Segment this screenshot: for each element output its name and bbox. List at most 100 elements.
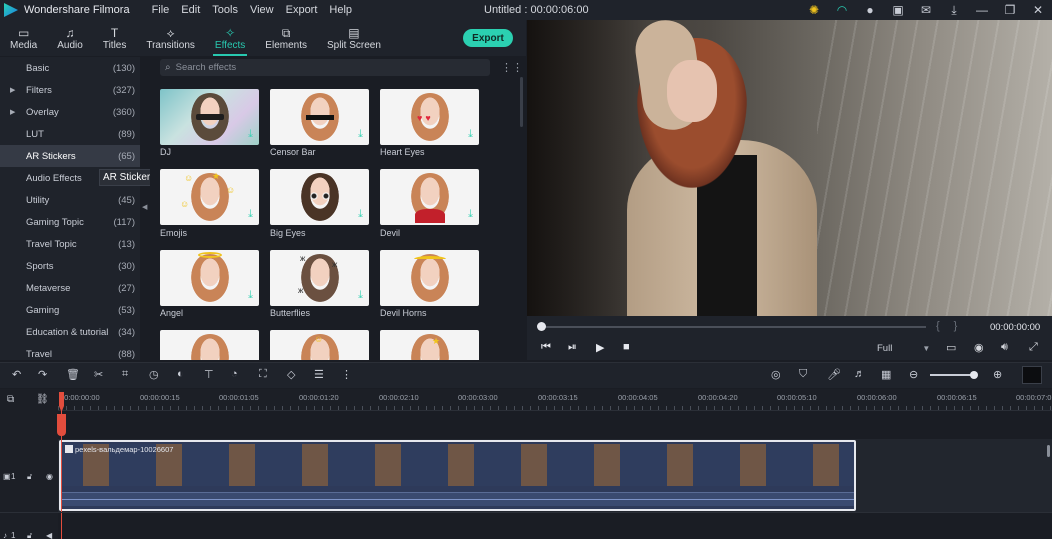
- fullscreen-icon[interactable]: ⤢: [1029, 341, 1038, 354]
- tab-transitions[interactable]: ⟡ Transitions: [136, 20, 205, 56]
- bulb-icon[interactable]: ✺: [800, 0, 828, 20]
- tab-titles[interactable]: T Titles: [93, 20, 137, 56]
- voiceover-icon[interactable]: ♬: [854, 368, 865, 380]
- color-icon[interactable]: ◐: [177, 368, 184, 380]
- search-input[interactable]: Search effects: [176, 62, 237, 73]
- headset-icon[interactable]: ◠: [828, 0, 856, 20]
- download-icon[interactable]: ⤓: [358, 128, 363, 141]
- close-icon[interactable]: ✕: [1024, 0, 1052, 20]
- eye-icon[interactable]: ◉: [46, 472, 53, 481]
- menu-file[interactable]: File: [152, 4, 170, 16]
- category-travel[interactable]: Travel (88): [0, 343, 140, 360]
- menu-view[interactable]: View: [250, 4, 274, 16]
- zoom-in-icon[interactable]: ⊕: [993, 368, 1002, 381]
- category-overlay[interactable]: ▶ Overlay (360): [0, 101, 140, 123]
- category-education-tutorial[interactable]: Education & tutorial (34): [0, 321, 140, 343]
- fit-icon[interactable]: ⛶: [259, 368, 267, 381]
- video-clip[interactable]: pexels-вальдемар-10026607: [59, 440, 856, 511]
- speaker-icon[interactable]: ◀: [46, 531, 52, 539]
- tab-split-screen[interactable]: ▤ Split Screen: [317, 20, 391, 56]
- playhead-marker[interactable]: [57, 414, 66, 436]
- category-metaverse[interactable]: Metaverse (27): [0, 277, 140, 299]
- effect-thumb-devil-horns[interactable]: [380, 250, 479, 306]
- timeline-scrollbar[interactable]: [1047, 445, 1050, 457]
- quality-select[interactable]: Full ▼: [877, 343, 930, 354]
- collapse-panel-icon[interactable]: ◀: [142, 203, 147, 211]
- category-travel-topic[interactable]: Travel Topic (13): [0, 233, 140, 255]
- menu-tools[interactable]: Tools: [212, 4, 238, 16]
- lock-icon[interactable]: 🔓︎: [27, 531, 32, 539]
- zoom-slider-knob[interactable]: [970, 371, 978, 379]
- menu-export[interactable]: Export: [286, 4, 318, 16]
- category-ar-stickers[interactable]: AR Stickers (65): [0, 145, 140, 167]
- download-icon[interactable]: ⤓: [940, 0, 968, 20]
- effects-scrollbar[interactable]: [520, 77, 523, 127]
- speed-icon[interactable]: ◷: [149, 368, 159, 381]
- undo-icon[interactable]: ↶: [12, 368, 21, 381]
- category-basic[interactable]: Basic (130): [0, 57, 140, 79]
- effect-thumb-angel[interactable]: ⤓: [160, 250, 259, 306]
- download-icon[interactable]: ⤓: [248, 208, 253, 221]
- category-gaming-topic[interactable]: Gaming Topic (117): [0, 211, 140, 233]
- snapshot-icon[interactable]: ◉: [974, 341, 984, 354]
- download-icon[interactable]: ⤓: [468, 128, 473, 141]
- category-sports[interactable]: Sports (30): [0, 255, 140, 277]
- cut-icon[interactable]: ✂: [94, 368, 103, 381]
- mail-icon[interactable]: ✉: [912, 0, 940, 20]
- category-gaming[interactable]: Gaming (53): [0, 299, 140, 321]
- render-icon[interactable]: ◎: [771, 368, 781, 381]
- keyframe-icon[interactable]: ◇: [287, 368, 295, 381]
- audio-wave-icon[interactable]: ⋮: [341, 368, 352, 381]
- tab-media[interactable]: ▭ Media: [0, 20, 47, 56]
- stabilize-icon[interactable]: ⊤: [204, 368, 214, 381]
- category-utility[interactable]: Utility (45): [0, 189, 140, 211]
- subtitle-icon[interactable]: ▦: [881, 368, 891, 381]
- effect-thumb-big-eyes[interactable]: ⤓: [270, 169, 369, 225]
- grid-view-icon[interactable]: ⋮⋮⋮: [501, 61, 526, 74]
- expand-arrow-icon[interactable]: ▶: [10, 86, 15, 94]
- effect-thumb-dj[interactable]: ⤓: [160, 89, 259, 145]
- step-back-icon[interactable]: ⏮: [541, 341, 551, 354]
- effect-thumb-heart-eyes[interactable]: ♥♥ ⤓: [380, 89, 479, 145]
- microphone-icon[interactable]: 🎤︎: [827, 368, 841, 381]
- add-track-icon[interactable]: ⧉: [7, 394, 14, 405]
- duration-icon[interactable]: ◔: [231, 368, 238, 380]
- expand-arrow-icon[interactable]: ▶: [10, 108, 15, 116]
- minimize-icon[interactable]: —: [968, 0, 996, 20]
- scrubber-knob[interactable]: [537, 322, 546, 331]
- effect-thumb-devil[interactable]: ⤓: [380, 169, 479, 225]
- effect-thumb-butterflies[interactable]: ж ж ж ⤓: [270, 250, 369, 306]
- link-icon[interactable]: ⛓: [36, 394, 49, 405]
- delete-icon[interactable]: 🗑︎: [66, 368, 80, 381]
- monitor-icon[interactable]: ▭: [946, 341, 956, 354]
- effect-thumb-row4-1[interactable]: [160, 330, 259, 360]
- preview-video[interactable]: [527, 20, 1052, 316]
- download-icon[interactable]: ⤓: [358, 289, 363, 302]
- download-icon[interactable]: ⤓: [358, 208, 363, 221]
- mark-in-out-icon[interactable]: {}: [936, 320, 971, 332]
- step-forward-icon[interactable]: ⏯: [568, 341, 577, 354]
- player-scrubber[interactable]: [539, 326, 926, 328]
- volume-icon[interactable]: 🔊︎: [1001, 341, 1008, 354]
- effect-thumb-row4-3[interactable]: ★: [380, 330, 479, 360]
- restore-icon[interactable]: ❐: [996, 0, 1024, 20]
- lock-icon[interactable]: 🔓︎: [27, 472, 32, 482]
- download-icon[interactable]: ⤓: [248, 289, 253, 302]
- save-icon[interactable]: ▣: [884, 0, 912, 20]
- tab-elements[interactable]: ⧉ Elements: [255, 20, 317, 56]
- category-filters[interactable]: ▶ Filters (327): [0, 79, 140, 101]
- tab-effects[interactable]: ✧ Effects: [205, 20, 255, 56]
- account-icon[interactable]: ●: [856, 0, 884, 20]
- download-icon[interactable]: ⤓: [248, 128, 253, 141]
- category-lut[interactable]: LUT (89): [0, 123, 140, 145]
- export-button[interactable]: Export: [463, 29, 513, 47]
- adjust-icon[interactable]: ☰: [314, 368, 324, 381]
- download-icon[interactable]: ⤓: [468, 208, 473, 221]
- shield-icon[interactable]: ⛉: [799, 368, 807, 381]
- menu-help[interactable]: Help: [329, 4, 352, 16]
- tab-audio[interactable]: ♫ Audio: [47, 20, 93, 56]
- stop-icon[interactable]: ■: [623, 341, 630, 353]
- crop-icon[interactable]: ⌗: [122, 368, 128, 381]
- play-icon[interactable]: ▶: [596, 341, 604, 354]
- effect-thumb-emojis[interactable]: ☺ ★ ☺ ☺ ⤓: [160, 169, 259, 225]
